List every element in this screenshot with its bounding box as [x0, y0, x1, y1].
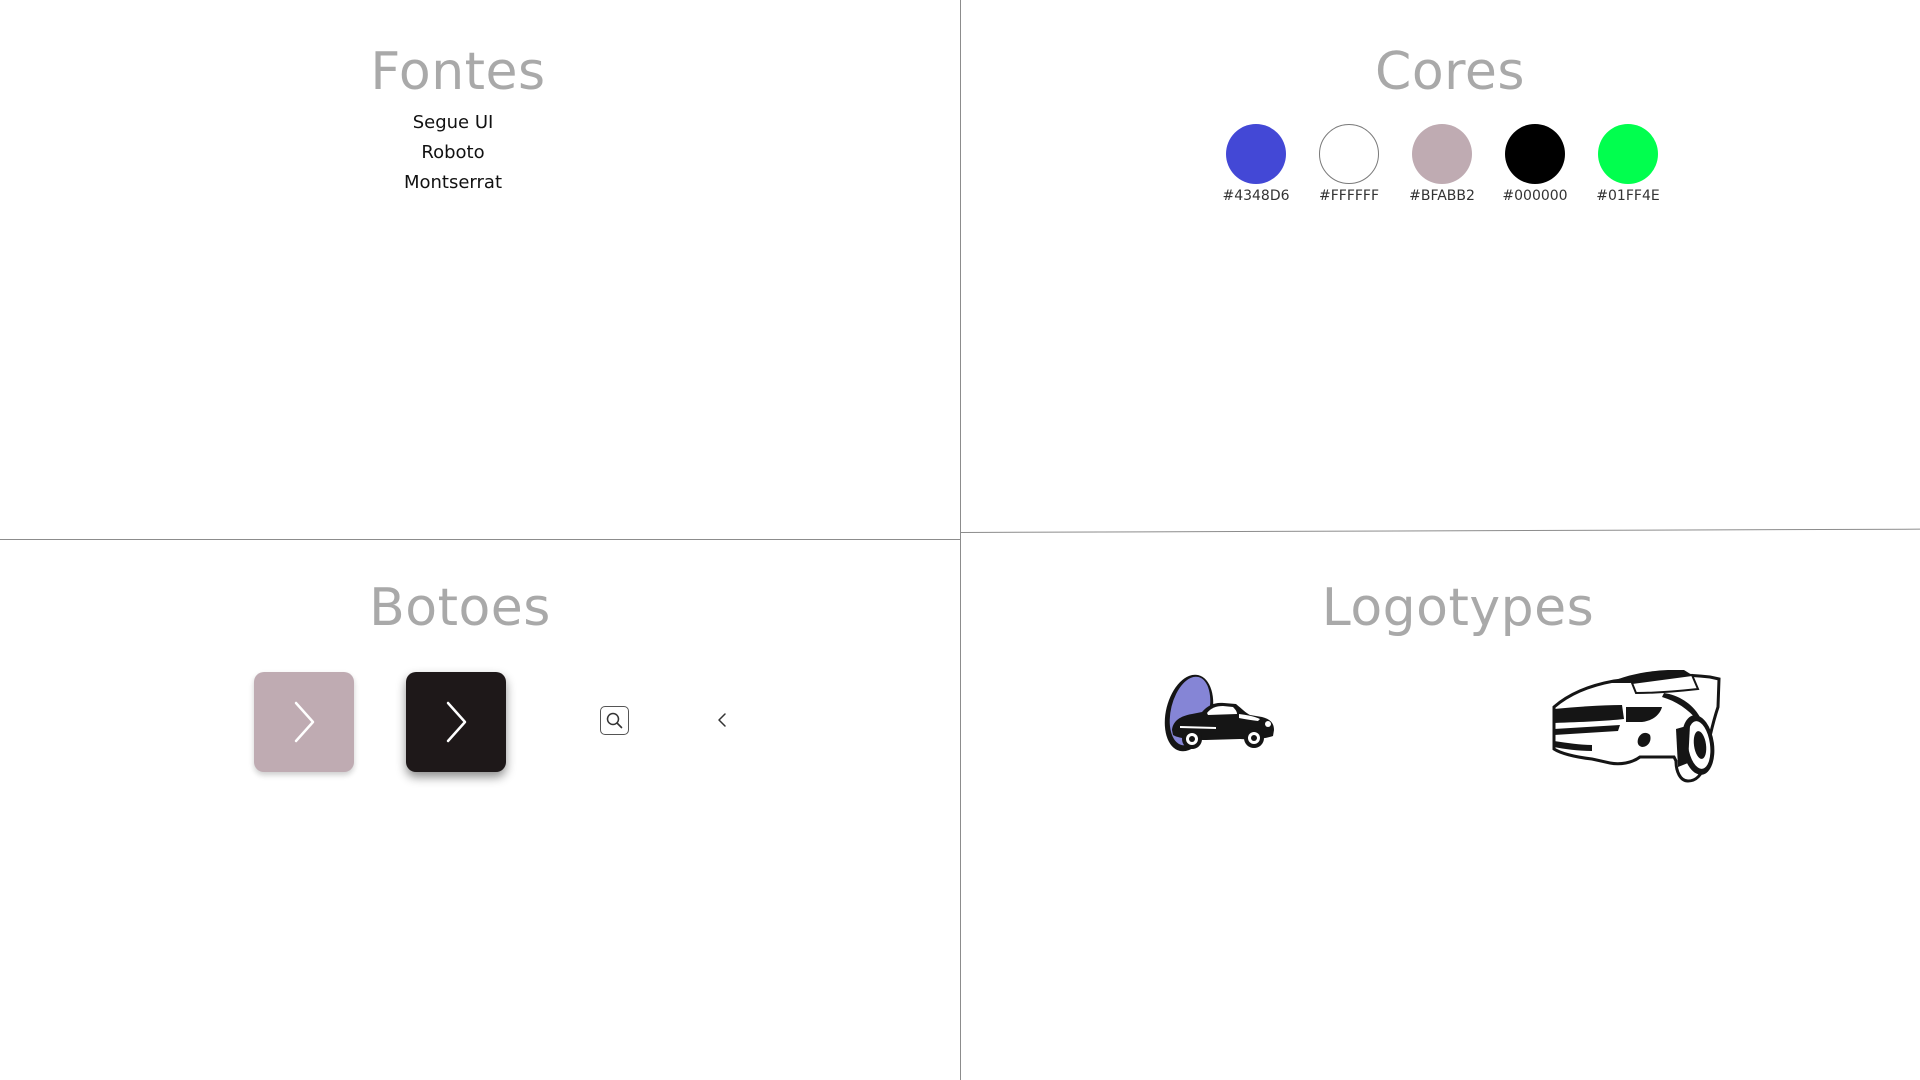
swatch-label-blue: #4348D6 — [1222, 188, 1290, 204]
chevron-left-icon — [718, 713, 726, 727]
color-swatches: #4348D6 #FFFFFF #BFABB2 #000000 #01FF4E — [1222, 124, 1676, 214]
font-item-segue-ui: Segue UI — [412, 112, 494, 133]
swatch-label-white: #FFFFFF — [1318, 188, 1380, 204]
chevron-right-icon — [294, 701, 315, 743]
colors-title: Cores — [1375, 42, 1525, 102]
vertical-divider — [960, 0, 961, 1080]
font-list: Segue UI Roboto Montserrat — [353, 108, 553, 198]
swatch-green: #01FF4E — [1596, 124, 1660, 214]
swatch-blue: #4348D6 — [1222, 124, 1290, 214]
swatch-circle-black — [1505, 124, 1565, 184]
swatch-black: #000000 — [1502, 124, 1568, 214]
chevron-right-icon — [446, 701, 467, 743]
next-button-light[interactable] — [254, 672, 354, 772]
font-item-roboto: Roboto — [421, 142, 485, 163]
search-button[interactable] — [600, 706, 629, 735]
swatch-mauve: #BFABB2 — [1409, 124, 1475, 214]
swatch-label-green: #01FF4E — [1596, 188, 1660, 204]
next-button-dark[interactable] — [406, 672, 506, 772]
font-item-montserrat: Montserrat — [403, 172, 503, 193]
search-icon — [606, 712, 623, 729]
fonts-title: Fontes — [370, 42, 546, 102]
swatch-circle-white — [1319, 124, 1379, 184]
sports-car-logo — [1552, 670, 1721, 783]
swatch-circle-green — [1598, 124, 1658, 184]
swatch-label-mauve: #BFABB2 — [1409, 188, 1475, 204]
swatch-white: #FFFFFF — [1319, 124, 1379, 214]
logos-title: Logotypes — [1321, 578, 1595, 638]
oval-car-logo — [1164, 674, 1274, 752]
horizontal-divider-right — [960, 528, 1920, 533]
swatch-circle-blue — [1226, 124, 1286, 184]
swatch-label-black: #000000 — [1502, 188, 1568, 204]
swatch-circle-mauve — [1412, 124, 1472, 184]
back-button[interactable] — [710, 708, 734, 732]
horizontal-divider-left — [0, 539, 960, 540]
buttons-title: Botoes — [369, 578, 551, 638]
